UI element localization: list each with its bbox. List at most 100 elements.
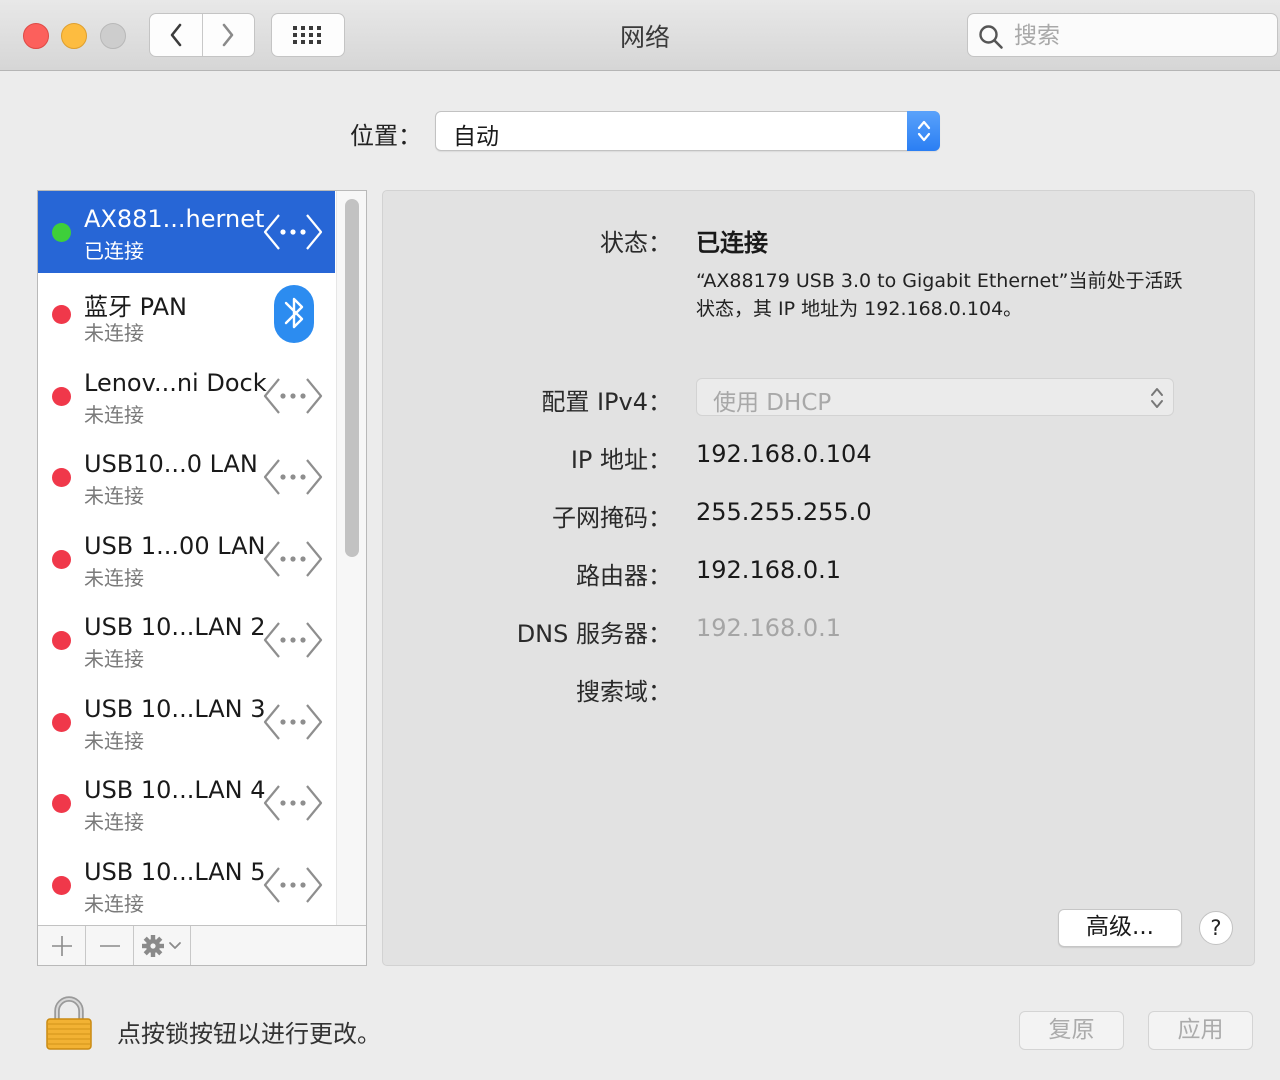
plus-icon bbox=[51, 935, 72, 956]
location-label: 位置： bbox=[350, 122, 422, 150]
configure-ipv4-value: 使用 DHCP bbox=[713, 390, 832, 416]
subnet-mask-label: 子网掩码： bbox=[552, 504, 672, 532]
service-icon bbox=[262, 285, 324, 343]
ethernet-icon bbox=[263, 703, 323, 740]
status-value: 已连接 bbox=[696, 229, 768, 257]
status-dot-disconnected bbox=[52, 631, 71, 650]
service-icon bbox=[262, 209, 324, 255]
minimize-window-button[interactable] bbox=[61, 23, 87, 49]
configure-ipv4-select[interactable]: 使用 DHCP bbox=[696, 378, 1174, 416]
service-row[interactable]: USB 10...LAN 5 未连接 bbox=[38, 844, 335, 926]
search-field[interactable] bbox=[967, 13, 1278, 57]
service-name: USB 10...LAN 3 bbox=[84, 694, 266, 723]
search-domain-label: 搜索域： bbox=[576, 678, 672, 706]
service-row[interactable]: USB10...0 LAN 未连接 bbox=[38, 436, 335, 518]
service-row[interactable]: 蓝牙 PAN 未连接 bbox=[38, 273, 335, 355]
service-row[interactable]: USB 10...LAN 4 未连接 bbox=[38, 762, 335, 844]
service-row[interactable]: USB 1...00 LAN 未连接 bbox=[38, 518, 335, 600]
location-value: 自动 bbox=[453, 124, 499, 150]
configure-ipv4-label: 配置 IPv4： bbox=[541, 388, 672, 416]
close-window-button[interactable] bbox=[23, 23, 49, 49]
navigation-buttons bbox=[149, 13, 255, 57]
router-label: 路由器： bbox=[576, 562, 672, 590]
advanced-button[interactable]: 高级... bbox=[1058, 909, 1182, 947]
service-row[interactable]: Lenov...ni Dock 未连接 bbox=[38, 355, 335, 437]
service-icon bbox=[262, 373, 324, 419]
service-status: 未连接 bbox=[84, 728, 144, 753]
service-list: AX881...hernet 已连接 蓝牙 PAN 未连接 Lenov...ni Doc… bbox=[38, 191, 335, 926]
status-dot-connected bbox=[52, 223, 71, 242]
chevron-left-icon bbox=[170, 23, 182, 47]
zoom-window-button[interactable] bbox=[100, 23, 126, 49]
revert-button[interactable]: 复原 bbox=[1019, 1011, 1124, 1050]
status-dot-disconnected bbox=[52, 305, 71, 324]
service-icon bbox=[262, 699, 324, 745]
service-icon bbox=[262, 780, 324, 826]
lock-icon[interactable] bbox=[44, 994, 94, 1052]
grid-icon bbox=[293, 26, 321, 44]
updown-chevron-icon bbox=[1151, 388, 1163, 408]
service-status: 已连接 bbox=[84, 239, 144, 263]
scrollbar-thumb[interactable] bbox=[345, 199, 359, 557]
service-status: 未连接 bbox=[84, 565, 144, 590]
service-name: AX881...hernet bbox=[84, 205, 265, 233]
service-status: 未连接 bbox=[84, 647, 144, 671]
location-select-arrows bbox=[907, 111, 940, 151]
status-label: 状态： bbox=[600, 229, 672, 257]
back-button[interactable] bbox=[150, 14, 202, 56]
service-name: USB 10...LAN 4 bbox=[84, 776, 266, 804]
updown-chevron-icon bbox=[917, 120, 930, 142]
router-value: 192.168.0.1 bbox=[696, 556, 842, 584]
minus-icon bbox=[99, 944, 120, 947]
gear-icon bbox=[142, 934, 181, 957]
service-actions-menu[interactable] bbox=[134, 926, 191, 965]
service-status: 未连接 bbox=[84, 321, 144, 345]
service-list-toolbar bbox=[38, 925, 366, 965]
service-name: USB10...0 LAN bbox=[84, 450, 258, 478]
ethernet-icon bbox=[263, 459, 323, 495]
dns-server-label: DNS 服务器： bbox=[516, 620, 672, 648]
status-dot-disconnected bbox=[52, 712, 71, 732]
add-service-button[interactable] bbox=[38, 926, 86, 965]
show-all-button[interactable] bbox=[271, 13, 345, 57]
service-list-scrollbar[interactable] bbox=[336, 191, 366, 926]
service-status: 未连接 bbox=[84, 810, 144, 834]
ip-address-value: 192.168.0.104 bbox=[696, 440, 872, 468]
service-list-panel: AX881...hernet 已连接 蓝牙 PAN 未连接 Lenov...ni Doc… bbox=[37, 190, 367, 966]
service-icon bbox=[262, 862, 324, 908]
service-row[interactable]: AX881...hernet 已连接 bbox=[38, 191, 335, 273]
service-status: 未连接 bbox=[84, 402, 144, 427]
status-dot-disconnected bbox=[52, 468, 71, 487]
subnet-mask-value: 255.255.255.0 bbox=[696, 498, 872, 526]
status-dot-disconnected bbox=[52, 794, 71, 813]
status-dot-disconnected bbox=[52, 549, 71, 569]
apply-button[interactable]: 应用 bbox=[1148, 1011, 1253, 1050]
service-status: 未连接 bbox=[84, 891, 144, 916]
service-name: USB 10...LAN 5 bbox=[84, 857, 266, 886]
forward-button[interactable] bbox=[201, 14, 255, 56]
lock-hint-text: 点按锁按钮以进行更改。 bbox=[117, 1020, 381, 1048]
search-input[interactable] bbox=[1012, 20, 1266, 52]
help-button[interactable]: ? bbox=[1199, 911, 1233, 945]
service-row[interactable]: USB 10...LAN 2 未连接 bbox=[38, 599, 335, 681]
detail-pane: 状态： 已连接 “AX88179 USB 3.0 to Gigabit Ethe… bbox=[382, 190, 1255, 966]
service-icon bbox=[262, 617, 324, 663]
bluetooth-icon bbox=[274, 285, 314, 343]
service-icon bbox=[262, 536, 324, 582]
status-description: “AX88179 USB 3.0 to Gigabit Ethernet”当前处… bbox=[696, 270, 1183, 320]
ethernet-icon bbox=[263, 214, 323, 250]
service-name: Lenov...ni Dock bbox=[84, 368, 267, 397]
service-name: USB 1...00 LAN bbox=[84, 531, 266, 560]
title-bar: 网络 bbox=[0, 0, 1280, 71]
service-row[interactable]: USB 10...LAN 3 未连接 bbox=[38, 681, 335, 763]
ethernet-icon bbox=[263, 622, 323, 658]
location-select[interactable]: 自动 bbox=[435, 111, 940, 151]
search-icon bbox=[979, 25, 1003, 49]
ethernet-icon bbox=[263, 866, 323, 903]
ethernet-icon bbox=[263, 785, 323, 821]
status-dot-disconnected bbox=[52, 386, 71, 406]
remove-service-button[interactable] bbox=[86, 926, 134, 965]
ethernet-icon bbox=[263, 540, 323, 577]
service-icon bbox=[262, 454, 324, 500]
service-name: USB 10...LAN 2 bbox=[84, 613, 266, 641]
